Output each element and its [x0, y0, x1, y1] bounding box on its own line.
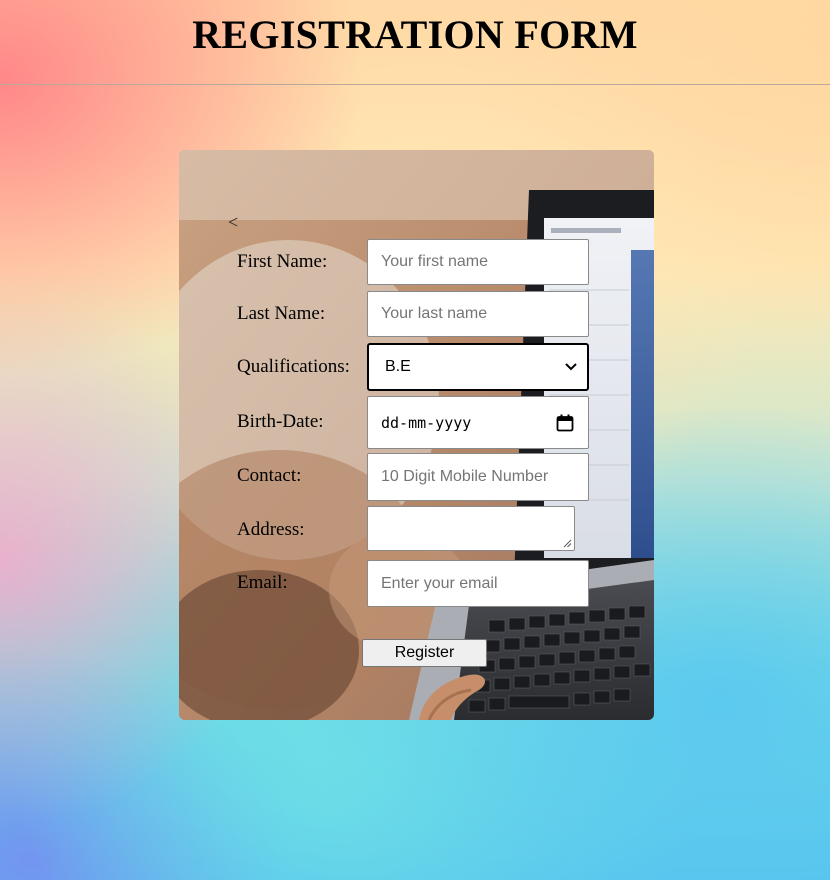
registration-card: < First Name: Your first name Last Name:…: [179, 150, 654, 720]
address-textarea[interactable]: [367, 506, 575, 551]
register-button[interactable]: Register: [362, 639, 487, 667]
last-name-label: Last Name:: [237, 303, 326, 324]
resize-grip-icon[interactable]: [563, 539, 572, 548]
qualifications-selected-value: B.E: [385, 358, 411, 375]
qualifications-select[interactable]: B.E: [367, 343, 589, 391]
calendar-icon[interactable]: [556, 414, 574, 432]
email-placeholder: Enter your email: [381, 574, 498, 592]
back-icon[interactable]: <: [228, 212, 238, 233]
qualifications-label: Qualifications:: [237, 356, 350, 377]
last-name-input[interactable]: Your last name: [367, 291, 589, 337]
birth-date-label: Birth-Date:: [237, 411, 324, 432]
page-header: REGISTRATION FORM: [0, 0, 830, 85]
email-input[interactable]: Enter your email: [367, 560, 589, 607]
contact-input[interactable]: 10 Digit Mobile Number: [367, 453, 589, 501]
first-name-label: First Name:: [237, 251, 328, 272]
contact-placeholder: 10 Digit Mobile Number: [381, 468, 549, 485]
last-name-placeholder: Your last name: [381, 305, 488, 322]
birth-date-placeholder: dd-mm-yyyy: [381, 413, 472, 432]
address-label: Address:: [237, 519, 305, 540]
chevron-down-icon: [565, 363, 577, 371]
birth-date-input[interactable]: dd-mm-yyyy: [367, 396, 589, 449]
first-name-input[interactable]: Your first name: [367, 239, 589, 285]
first-name-placeholder: Your first name: [381, 253, 489, 270]
contact-label: Contact:: [237, 465, 302, 486]
page-title: REGISTRATION FORM: [192, 12, 638, 57]
email-label: Email:: [237, 572, 288, 593]
